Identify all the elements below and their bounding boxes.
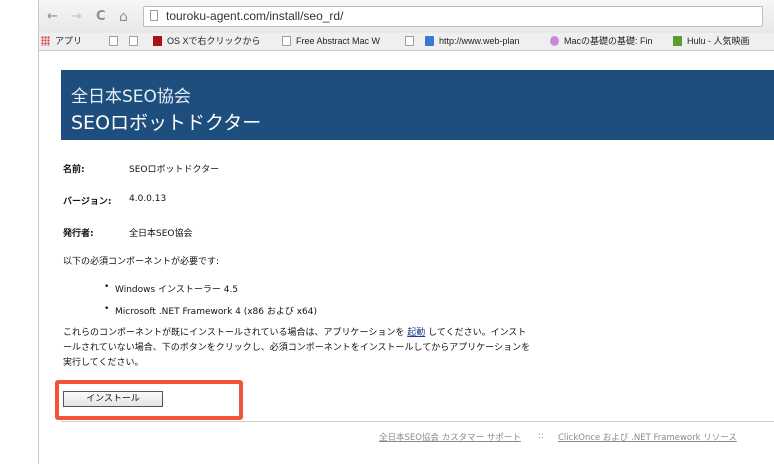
- hulu-icon: [673, 36, 682, 46]
- bookmark-osx[interactable]: OS Xで右クリックから: [153, 36, 261, 47]
- launch-link[interactable]: 起動: [407, 328, 425, 338]
- bookmark-apps[interactable]: アプリ: [41, 36, 82, 47]
- description-text: これらのコンポーネントが既にインストールされている場合は、アプリケーションを: [63, 328, 408, 338]
- bookmark-mac-basics[interactable]: Macの基礎の基礎: Fin: [550, 36, 653, 47]
- bookmark-web-plan[interactable]: http://www.web-plan: [425, 36, 520, 47]
- red-site-icon: [153, 36, 162, 46]
- version-value: 4.0.0.13: [129, 194, 167, 204]
- url-text[interactable]: touroku-agent.com/install/seo_rd/: [166, 9, 343, 23]
- address-bar[interactable]: touroku-agent.com/install/seo_rd/: [143, 6, 763, 27]
- bookmark-label: http://www.web-plan: [439, 36, 520, 46]
- google-icon: [425, 36, 434, 46]
- page-icon: [150, 10, 158, 21]
- requirement-item: Windows インストーラー 4.5: [104, 282, 238, 295]
- install-button[interactable]: インストール: [63, 391, 163, 407]
- requirement-item: Microsoft .NET Framework 4 (x86 および x64): [104, 304, 317, 317]
- bookmark-free-abstract[interactable]: Free Abstract Mac W: [282, 36, 380, 47]
- page-icon: [405, 36, 414, 46]
- browser-window: ← → C ⌂ touroku-agent.com/install/seo_rd…: [38, 0, 774, 464]
- bookmark-label: アプリ: [55, 36, 83, 46]
- apps-icon: [41, 36, 50, 46]
- footer-divider: [61, 421, 774, 422]
- page-icon: [282, 36, 291, 46]
- mac-icon: [550, 36, 559, 46]
- name-value: SEOロボットドクター: [129, 165, 220, 175]
- bookmark-label: Hulu - 人気映画: [687, 36, 750, 46]
- bookmark-label: Free Abstract Mac W: [296, 36, 381, 46]
- publisher-value: 全日本SEO協会: [129, 229, 193, 239]
- bookmark-item[interactable]: [405, 36, 419, 47]
- footer-separator: ::: [538, 431, 544, 441]
- back-arrow-icon[interactable]: ←: [47, 10, 58, 24]
- page-icon: [129, 36, 138, 46]
- bookmark-label: OS Xで右クリックから: [167, 36, 261, 46]
- page-title: SEOロボットドクター: [71, 112, 262, 134]
- install-description: これらのコンポーネントが既にインストールされている場合は、アプリケーションを 起…: [63, 326, 533, 371]
- resources-link[interactable]: ClickOnce および .NET Framework リソース: [558, 431, 737, 443]
- bookmarks-bar: アプリ OS Xで右クリックから Free Abstract Mac W htt…: [39, 33, 774, 51]
- name-label: 名前:: [63, 165, 85, 175]
- page-icon: [109, 36, 118, 46]
- version-label: バージョン:: [63, 197, 112, 207]
- bookmark-item[interactable]: [129, 36, 143, 47]
- bookmark-item[interactable]: [109, 36, 123, 47]
- bookmark-label: Macの基礎の基礎: Fin: [564, 36, 653, 46]
- header-org-name: 全日本SEO協会: [71, 87, 191, 107]
- home-icon[interactable]: ⌂: [119, 10, 128, 24]
- bookmark-hulu[interactable]: Hulu - 人気映画: [673, 36, 750, 47]
- browser-toolbar: ← → C ⌂ touroku-agent.com/install/seo_rd…: [39, 0, 774, 33]
- page-header: 全日本SEO協会 SEOロボットドクター: [61, 70, 774, 140]
- reload-icon[interactable]: C: [96, 10, 106, 24]
- forward-arrow-icon[interactable]: →: [71, 10, 82, 24]
- requirements-intro: 以下の必須コンポーネントが必要です:: [63, 257, 220, 267]
- support-link[interactable]: 全日本SEO協会 カスタマー サポート: [379, 431, 521, 443]
- publisher-label: 発行者:: [63, 229, 94, 239]
